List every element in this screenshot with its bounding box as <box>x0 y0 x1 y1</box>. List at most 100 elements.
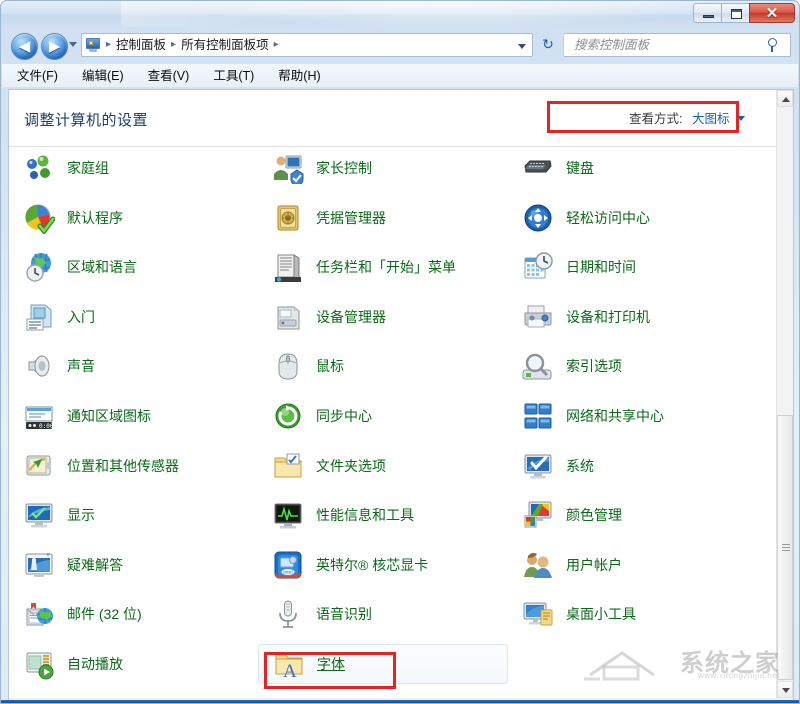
control-panel-item[interactable]: 用户帐户 <box>508 545 757 585</box>
control-panel-item-label: 同步中心 <box>316 407 372 425</box>
breadcrumb-control-panel[interactable]: 控制面板 <box>113 34 169 56</box>
search-input[interactable] <box>572 37 765 53</box>
control-panel-item[interactable]: 家庭组 <box>9 148 258 188</box>
breadcrumb-separator[interactable]: ▸ <box>272 34 281 56</box>
system-icon <box>522 450 554 482</box>
control-panel-item[interactable]: 默认程序 <box>9 198 258 238</box>
control-panel-item[interactable]: 系统 <box>508 446 757 486</box>
view-by-label: 查看方式: <box>629 112 682 126</box>
menu-bar: 文件(F) 编辑(E) 查看(V) 工具(T) 帮助(H) <box>2 64 798 87</box>
indexing-options-icon <box>522 350 554 382</box>
close-button[interactable]: ✕ <box>749 3 795 23</box>
control-panel-item[interactable]: 键盘 <box>508 148 757 188</box>
control-panel-item-label: 任务栏和「开始」菜单 <box>316 258 456 276</box>
control-panel-item[interactable]: 家长控制 <box>258 148 507 188</box>
intel-graphics-icon: intel <box>272 549 304 581</box>
view-by-control[interactable]: 查看方式: 大图标 <box>629 108 745 127</box>
sync-center-icon <box>272 400 304 432</box>
chevron-down-icon <box>782 688 790 693</box>
control-panel-item[interactable]: 自动播放 <box>9 644 258 684</box>
scroll-up-button[interactable] <box>777 90 793 107</box>
maximize-button[interactable] <box>721 3 750 23</box>
search-icon <box>765 36 783 54</box>
control-panel-item[interactable]: 任务栏和「开始」菜单 <box>258 247 507 287</box>
breadcrumb-separator[interactable]: ▸ <box>104 34 113 56</box>
control-panel-item-label: 用户帐户 <box>566 556 622 574</box>
taskbar-startmenu-icon <box>272 251 304 283</box>
control-panel-item-label: 语音识别 <box>316 605 372 623</box>
control-panel-item[interactable]: 凭据管理器 <box>258 198 507 238</box>
control-panel-items-grid: 家庭组默认程序区域和语言入门声音 0:00通知区域图标位置和其他传感器显示疑难解答… <box>9 148 776 699</box>
address-dropdown-chevron-down-icon[interactable] <box>518 44 526 49</box>
vertical-scrollbar[interactable] <box>776 90 793 698</box>
folder-options-icon <box>272 450 304 482</box>
mouse-icon <box>272 350 304 382</box>
control-panel-item[interactable]: 网络和共享中心 <box>508 396 757 436</box>
control-panel-window: ✕ ◀ ▶ ▸ 控制面板 ▸ 所有控制面板项 ▸ ↻ <box>0 0 800 704</box>
keyboard-icon <box>522 152 554 184</box>
control-panel-item-label: 字体 <box>317 655 345 673</box>
chevron-up-icon <box>782 97 790 102</box>
control-panel-item[interactable]: 性能信息和工具 <box>258 495 507 535</box>
breadcrumb-all-items[interactable]: 所有控制面板项 <box>178 34 272 56</box>
menu-item-file[interactable]: 文件(F) <box>14 66 61 86</box>
breadcrumb-separator[interactable]: ▸ <box>169 34 178 56</box>
control-panel-item[interactable]: 设备管理器 <box>258 297 507 337</box>
display-icon <box>23 499 55 531</box>
control-panel-item-label: 系统 <box>566 457 594 475</box>
region-language-icon <box>23 251 55 283</box>
control-panel-item[interactable]: 文件夹选项 <box>258 446 507 486</box>
search-box[interactable] <box>563 33 791 57</box>
control-panel-item[interactable]: A 字体 <box>258 644 508 684</box>
back-button[interactable]: ◀ <box>11 33 38 60</box>
control-panel-item-label: 家庭组 <box>67 159 109 177</box>
forward-arrow-icon: ▶ <box>42 34 67 59</box>
view-by-value[interactable]: 大图标 <box>692 112 730 126</box>
control-panel-item[interactable]: 入门 <box>9 297 258 337</box>
refresh-button[interactable]: ↻ <box>537 33 559 57</box>
control-panel-item[interactable]: 位置和其他传感器 <box>9 446 258 486</box>
control-panel-item[interactable]: 0:00通知区域图标 <box>9 396 258 436</box>
control-panel-item[interactable]: 索引选项 <box>508 346 757 386</box>
forward-button[interactable]: ▶ <box>41 33 68 60</box>
menu-item-edit[interactable]: 编辑(E) <box>79 66 127 86</box>
control-panel-item[interactable]: 轻松访问中心 <box>508 198 757 238</box>
control-panel-item[interactable]: 语音识别 <box>258 594 507 634</box>
speech-recognition-icon <box>272 598 304 630</box>
control-panel-item[interactable]: 显示 <box>9 495 258 535</box>
view-by-chevron-down-icon[interactable] <box>737 116 745 121</box>
control-panel-item-label: 声音 <box>67 357 95 375</box>
performance-tools-icon <box>272 499 304 531</box>
menu-item-view[interactable]: 查看(V) <box>145 66 193 86</box>
menu-item-tools[interactable]: 工具(T) <box>210 66 257 86</box>
control-panel-item[interactable]: 疑难解答 <box>9 545 258 585</box>
control-panel-item[interactable]: 声音 <box>9 346 258 386</box>
control-panel-item-label: 日期和时间 <box>566 258 636 276</box>
control-panel-item-label: 键盘 <box>566 159 594 177</box>
control-panel-item[interactable]: 区域和语言 <box>9 247 258 287</box>
menu-item-help[interactable]: 帮助(H) <box>275 66 323 86</box>
control-panel-item-label: 显示 <box>67 506 95 524</box>
fonts-icon: A <box>273 648 305 680</box>
control-panel-item[interactable]: 同步中心 <box>258 396 507 436</box>
control-panel-item-label: 性能信息和工具 <box>316 506 414 524</box>
navigation-bar: ◀ ▶ ▸ 控制面板 ▸ 所有控制面板项 ▸ ↻ <box>1 28 799 63</box>
title-bar: ✕ <box>1 1 799 28</box>
control-panel-item[interactable]: 桌面小工具 <box>508 594 757 634</box>
minimize-button[interactable] <box>693 3 722 23</box>
control-panel-item[interactable]: 颜色管理 <box>508 495 757 535</box>
control-panel-item-label: 家长控制 <box>316 159 372 177</box>
control-panel-item-label: 网络和共享中心 <box>566 407 664 425</box>
scrollbar-thumb[interactable] <box>777 415 793 680</box>
address-bar[interactable]: ▸ 控制面板 ▸ 所有控制面板项 ▸ <box>81 33 533 57</box>
control-panel-item[interactable]: 日期和时间 <box>508 247 757 287</box>
control-panel-item[interactable]: 鼠标 <box>258 346 507 386</box>
control-panel-item[interactable]: intel英特尔® 核芯显卡 <box>258 545 507 585</box>
default-programs-icon <box>23 202 55 234</box>
scroll-down-button[interactable] <box>777 681 793 698</box>
control-panel-item[interactable]: 设备和打印机 <box>508 297 757 337</box>
control-panel-item[interactable]: 邮件 (32 位) <box>9 594 258 634</box>
content-header: 调整计算机的设置 查看方式: 大图标 <box>9 90 793 147</box>
homegroup-icon <box>23 152 55 184</box>
recent-pages-chevron-down-icon[interactable] <box>69 42 77 47</box>
